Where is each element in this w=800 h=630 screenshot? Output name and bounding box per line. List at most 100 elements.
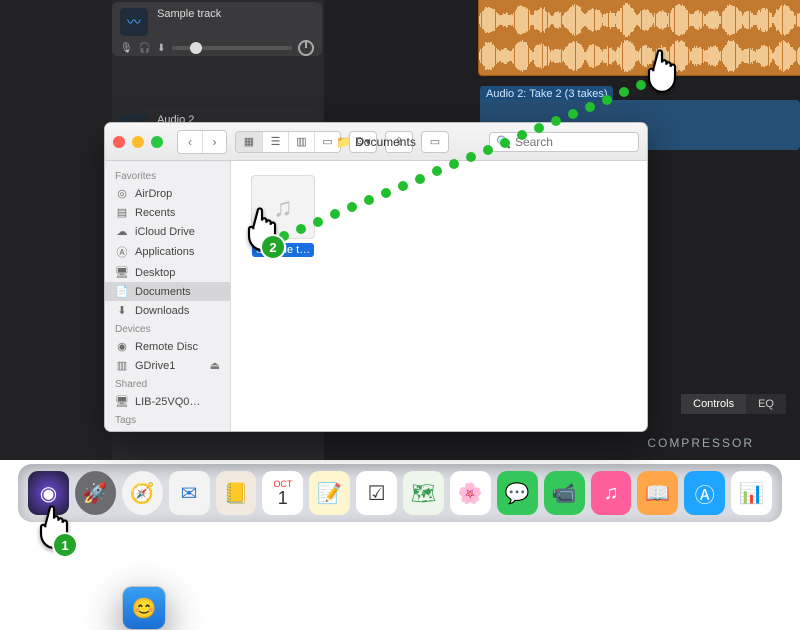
search-input[interactable] [515,135,648,149]
sidebar-item-label: GDrive1 [135,360,175,372]
dock-app-facetime[interactable]: 📹 [544,471,585,515]
dock-app-messages[interactable]: 💬 [497,471,538,515]
input-icon[interactable]: ⬇ [157,43,165,54]
dock-app-reminders[interactable]: ☑︎ [356,471,397,515]
sidebar-section-header: Favorites [105,167,230,184]
sidebar-item-label: Desktop [135,267,175,279]
tags-button[interactable]: ▭ [421,131,449,153]
tab-eq[interactable]: EQ [746,394,786,414]
dock-app-numbers[interactable]: 📊 [731,471,772,515]
search-field[interactable]: 🔍 [489,132,639,152]
sidebar-item-icon: ▤ [115,206,129,219]
audio-track-icon: 〰 [120,8,148,36]
dock[interactable]: 😊 ◉ 🚀 🧭 ✉︎ 📒 OCT1 📝 ☑︎ 🗺 🌸 💬 📹 ♫ 📖 Ⓐ 📊 [18,464,782,522]
zoom-button[interactable] [151,136,163,148]
dock-app-contacts[interactable]: 📒 [216,471,257,515]
close-button[interactable] [113,136,125,148]
drag-path-dot [653,73,663,83]
smart-controls-tabs: Controls EQ [681,394,786,414]
dock-app-ibooks[interactable]: 📖 [637,471,678,515]
sidebar-item-applications[interactable]: ⒶApplications [105,241,230,263]
headphones-icon[interactable]: 🎧 [139,43,151,54]
finder-titlebar[interactable]: ‹ › ▦ ☰ ▥ ▭ ⚙▾ ⇪ ▭ 📁Documents 🔍 [105,123,647,161]
dock-app-maps[interactable]: 🗺 [403,471,444,515]
drag-path-dot [568,109,578,119]
sidebar-section-header: Shared [105,375,230,392]
dock-app-launchpad[interactable]: 🚀 [75,471,116,515]
dock-app-photos[interactable]: 🌸 [450,471,491,515]
sidebar-item-label: LIB-25VQ0… [135,396,200,408]
sidebar-item-label: iCloud Drive [135,226,195,238]
drag-path-dot [398,181,408,191]
audio-region-waveform[interactable] [478,0,800,76]
sidebar-item-red[interactable]: ●Red [105,428,230,431]
arrange-menu[interactable]: ⚙▾ [349,131,377,153]
sidebar-item-label: Documents [135,286,191,298]
dock-app-itunes[interactable]: ♫ [591,471,632,515]
sidebar-item-documents[interactable]: 📄 Documents [105,282,230,301]
pan-knob[interactable] [298,40,314,56]
drag-path-dot [296,224,306,234]
dock-app-finder[interactable]: 😊 [122,586,166,630]
view-mode-segment: ▦ ☰ ▥ ▭ [235,131,341,153]
sidebar-item-icon: 📄 [115,285,129,298]
share-button[interactable]: ⇪ [385,131,413,153]
window-controls [113,136,163,148]
sidebar-item-icloud-drive[interactable]: ☁iCloud Drive [105,222,230,241]
drag-path-dot [313,217,323,227]
sidebar-item-icon: ◎ [115,187,129,200]
sidebar-item-label: Recents [135,207,175,219]
icon-view-button[interactable]: ▦ [236,132,262,152]
track-name: Sample track [157,8,221,20]
sidebar-item-icon: ◉ [115,340,129,353]
volume-slider[interactable] [172,46,292,50]
track-header-1[interactable]: 〰 Sample track 🎙 🎧 ⬇ [112,2,322,56]
sidebar-item-downloads[interactable]: ⬇ Downloads [105,301,230,320]
dock-app-safari[interactable]: 🧭 [122,471,163,515]
drag-path-dot [500,138,510,148]
dock-app-calendar[interactable]: OCT1 [262,471,303,515]
forward-button[interactable]: › [202,131,226,153]
list-view-button[interactable]: ☰ [262,132,288,152]
step-badge-2: 2 [262,236,284,258]
sidebar-item-icon: ▥ [115,359,129,372]
compressor-label: COMPRESSOR [647,436,754,450]
sidebar-item-lib-25vq0-[interactable]: 🖥 LIB-25VQ0… [105,392,230,411]
sidebar-item-icon: 🖥 [115,395,129,408]
sidebar-section-header: Devices [105,320,230,337]
finder-window[interactable]: ‹ › ▦ ☰ ▥ ▭ ⚙▾ ⇪ ▭ 📁Documents 🔍 Favorite… [104,122,648,432]
drag-path-dot [381,188,391,198]
sidebar-item-airdrop[interactable]: ◎ AirDrop [105,184,230,203]
minimize-button[interactable] [132,136,144,148]
sidebar-item-icon: ⬇ [115,304,129,317]
drag-path-dot [585,102,595,112]
tab-controls[interactable]: Controls [681,394,746,414]
sidebar-item-desktop[interactable]: 🖥 Desktop [105,263,230,282]
step-badge-1: 1 [54,534,76,556]
dock-app-appstore[interactable]: Ⓐ [684,471,725,515]
dock-app-notes[interactable]: 📝 [309,471,350,515]
sidebar-item-icon: Ⓐ [115,244,129,260]
drag-path-dot [602,95,612,105]
finder-sidebar[interactable]: Favorites ◎ AirDrop ▤ Recents ☁iCloud DriveⒶA… [105,161,231,431]
finder-content[interactable]: ♫ Sample t… [231,161,647,431]
dock-app-siri[interactable]: ◉ [28,471,69,515]
sidebar-item-icon: 🖥 [115,266,129,279]
drag-path-dot [466,152,476,162]
dock-area: 😊 ◉ 🚀 🧭 ✉︎ 📒 OCT1 📝 ☑︎ 🗺 🌸 💬 📹 ♫ 📖 Ⓐ 📊 [0,458,800,528]
column-view-button[interactable]: ▥ [288,132,314,152]
gallery-view-button[interactable]: ▭ [314,132,340,152]
sidebar-item-remote-disc[interactable]: ◉Remote Disc [105,337,230,356]
sidebar-item-recents[interactable]: ▤ Recents [105,203,230,222]
sidebar-item-gdrive1[interactable]: ▥ GDrive1 ⏏ [105,356,230,375]
nav-back-forward: ‹ › [177,130,227,154]
back-button[interactable]: ‹ [178,131,202,153]
dock-app-mail[interactable]: ✉︎ [169,471,210,515]
sidebar-item-label: AirDrop [135,188,172,200]
drag-path-dot [483,145,493,155]
mic-icon[interactable]: 🎙 [120,43,133,54]
drag-path-dot [415,174,425,184]
eject-icon[interactable]: ⏏ [210,359,220,372]
sidebar-section-header: Tags [105,411,230,428]
sidebar-item-label: Downloads [135,305,189,317]
